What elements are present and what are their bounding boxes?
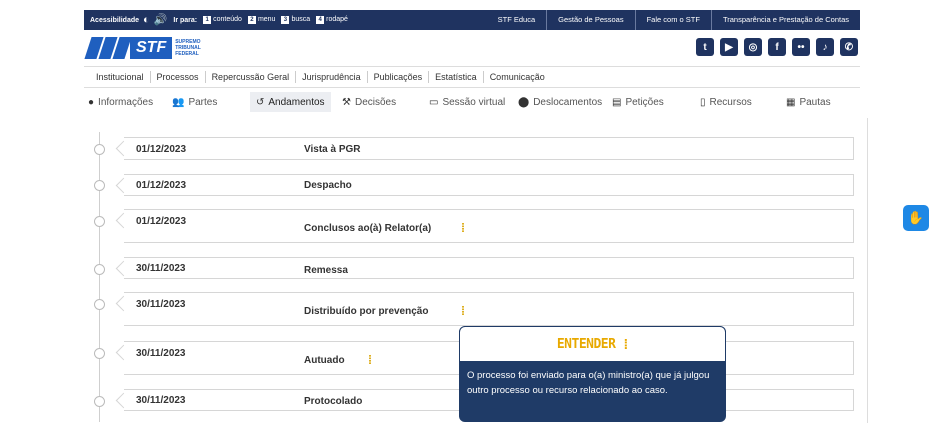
entry-date: 01/12/2023 <box>136 144 187 155</box>
process-tabs: ● Informações 👥 Partes ↺ Andamentos ⚒ De… <box>84 90 860 114</box>
tab-deslocamentos[interactable]: ⬤ Deslocamentos <box>518 92 602 112</box>
tab-pautas[interactable]: ▦ Pautas <box>786 92 831 112</box>
entender-info-icon[interactable]: ⁞ <box>364 353 376 367</box>
entry-description: Protocolado <box>304 396 363 407</box>
jump-label: Ir para: <box>173 16 198 24</box>
tab-decisoes[interactable]: ⚒ Decisões <box>342 92 396 112</box>
entry-description: Conclusos ao(à) Relator(a) <box>304 223 432 234</box>
entry-date: 01/12/2023 <box>136 180 187 191</box>
accessibility-section: Acessibilidade ◐ 🔊 <box>84 14 168 26</box>
history-icon: ↺ <box>256 96 265 108</box>
tab-recursos[interactable]: ▯ Recursos <box>700 92 752 112</box>
timeline-dot <box>94 180 105 191</box>
entender-info-icon[interactable]: ⁞ <box>457 304 469 318</box>
flickr-icon[interactable]: •• <box>792 38 810 56</box>
entry-date: 30/11/2023 <box>136 263 186 274</box>
tab-informacoes[interactable]: ● Informações <box>88 92 153 112</box>
accessibility-hand-icon: ✋ <box>907 210 925 225</box>
entry-date: 30/11/2023 <box>136 299 186 310</box>
timeline-dot <box>94 348 105 359</box>
jump-link-footer[interactable]: 4 rodapé <box>316 16 348 24</box>
social-links: t ▶ ◎ f •• ♪ ✆ <box>696 38 858 56</box>
link-gestao-pessoas[interactable]: Gestão de Pessoas <box>546 10 634 30</box>
tab-andamentos[interactable]: ↺ Andamentos <box>250 92 331 112</box>
entender-info-icon: ⁞ <box>623 336 629 352</box>
nav-item-publicacoes[interactable]: Publicações <box>368 71 430 83</box>
stf-page: Acessibilidade ◐ 🔊 Ir para: 1 conteúdo 2m… <box>0 0 941 423</box>
tab-peticoes[interactable]: ▤ Petições <box>612 92 664 112</box>
entry-description: Distribuído por prevenção <box>304 306 429 317</box>
entender-brand: ENTENDER <box>556 336 616 352</box>
location-icon: ⬤ <box>518 96 530 108</box>
audio-icon[interactable]: 🔊 <box>154 14 168 26</box>
entry-card[interactable]: 30/11/2023 Distribuído por prevenção ⁞ <box>124 292 854 326</box>
entry-description: Remessa <box>304 265 348 276</box>
whatsapp-icon[interactable]: ✆ <box>840 38 858 56</box>
entry-description: Vista à PGR <box>304 144 361 155</box>
timeline-dot <box>94 264 105 275</box>
nav-item-repercussao-geral[interactable]: Repercussão Geral <box>206 71 297 83</box>
logo-short: STF <box>130 37 173 59</box>
top-links: STF Educa Gestão de Pessoas Fale com o S… <box>487 10 860 30</box>
timeline-dot <box>94 144 105 155</box>
tooltip-header: ENTENDER ⁞ <box>459 326 726 362</box>
entry-date: 30/11/2023 <box>136 348 186 359</box>
timeline-dot <box>94 396 105 407</box>
accessibility-bar: Acessibilidade ◐ 🔊 Ir para: 1 conteúdo 2m… <box>84 10 860 30</box>
link-fale-conosco[interactable]: Fale com o STF <box>634 10 711 30</box>
monitor-icon: ▭ <box>429 96 439 108</box>
logo-stripes <box>84 37 132 59</box>
entry-date: 01/12/2023 <box>136 216 187 227</box>
nav-item-estatistica[interactable]: Estatística <box>429 71 484 83</box>
users-icon: 👥 <box>172 96 185 108</box>
entry-description: Despacho <box>304 180 352 191</box>
timeline-dot <box>94 216 105 227</box>
info-icon: ● <box>88 96 95 108</box>
nav-item-institucional[interactable]: Institucional <box>90 71 151 83</box>
jump-link-content[interactable]: 1 conteúdo <box>203 16 242 24</box>
jump-link-search[interactable]: 3 busca <box>281 16 310 24</box>
document-icon: ▤ <box>612 96 622 108</box>
entry-description: Autuado <box>304 355 345 366</box>
accessibility-widget-button[interactable]: ✋ <box>903 205 929 231</box>
entry-card[interactable]: 01/12/2023 Conclusos ao(à) Relator(a) ⁞ <box>124 209 854 243</box>
link-stf-educa[interactable]: STF Educa <box>487 10 547 30</box>
nav-item-jurisprudencia[interactable]: Jurisprudência <box>296 71 368 83</box>
gavel-icon: ⚒ <box>342 96 351 108</box>
timeline-line <box>99 132 100 422</box>
tab-partes[interactable]: 👥 Partes <box>172 92 217 112</box>
entry-card[interactable]: 01/12/2023 Despacho <box>124 174 854 196</box>
twitter-icon[interactable]: t <box>696 38 714 56</box>
entender-info-icon[interactable]: ⁞ <box>457 221 469 235</box>
instagram-icon[interactable]: ◎ <box>744 38 762 56</box>
file-icon: ▯ <box>700 96 706 108</box>
stf-logo[interactable]: STF SUPREMO TRIBUNAL FEDERAL <box>84 37 205 59</box>
nav-item-comunicacao[interactable]: Comunicação <box>484 71 551 83</box>
youtube-icon[interactable]: ▶ <box>720 38 738 56</box>
jump-links: Ir para: 1 conteúdo 2 menu 3 busca 4 rodapé <box>173 16 348 24</box>
facebook-icon[interactable]: f <box>768 38 786 56</box>
accessibility-label: Acessibilidade <box>90 16 140 24</box>
tab-sessao-virtual[interactable]: ▭ Sessão virtual <box>429 92 505 112</box>
contrast-icon[interactable]: ◐ <box>143 14 150 26</box>
calendar-icon: ▦ <box>786 96 796 108</box>
tooltip-text: O processo foi enviado para o(a) ministr… <box>467 370 710 396</box>
nav-item-processos[interactable]: Processos <box>151 71 206 83</box>
entry-date: 30/11/2023 <box>136 395 186 406</box>
link-transparencia[interactable]: Transparência e Prestação de Contas <box>710 10 860 30</box>
jump-link-menu[interactable]: 2 menu <box>247 16 275 24</box>
entender-tooltip: ENTENDER ⁞ O processo foi enviado para o… <box>459 326 726 422</box>
main-nav: Institucional Processos Repercussão Gera… <box>84 66 860 88</box>
entry-card[interactable]: 01/12/2023 Vista à PGR <box>124 137 854 160</box>
tiktok-icon[interactable]: ♪ <box>816 38 834 56</box>
logo-full: SUPREMO TRIBUNAL FEDERAL <box>175 39 201 57</box>
site-header: STF SUPREMO TRIBUNAL FEDERAL t ▶ ◎ f •• … <box>84 30 860 66</box>
entry-card[interactable]: 30/11/2023 Remessa <box>124 257 854 279</box>
timeline-dot <box>94 299 105 310</box>
